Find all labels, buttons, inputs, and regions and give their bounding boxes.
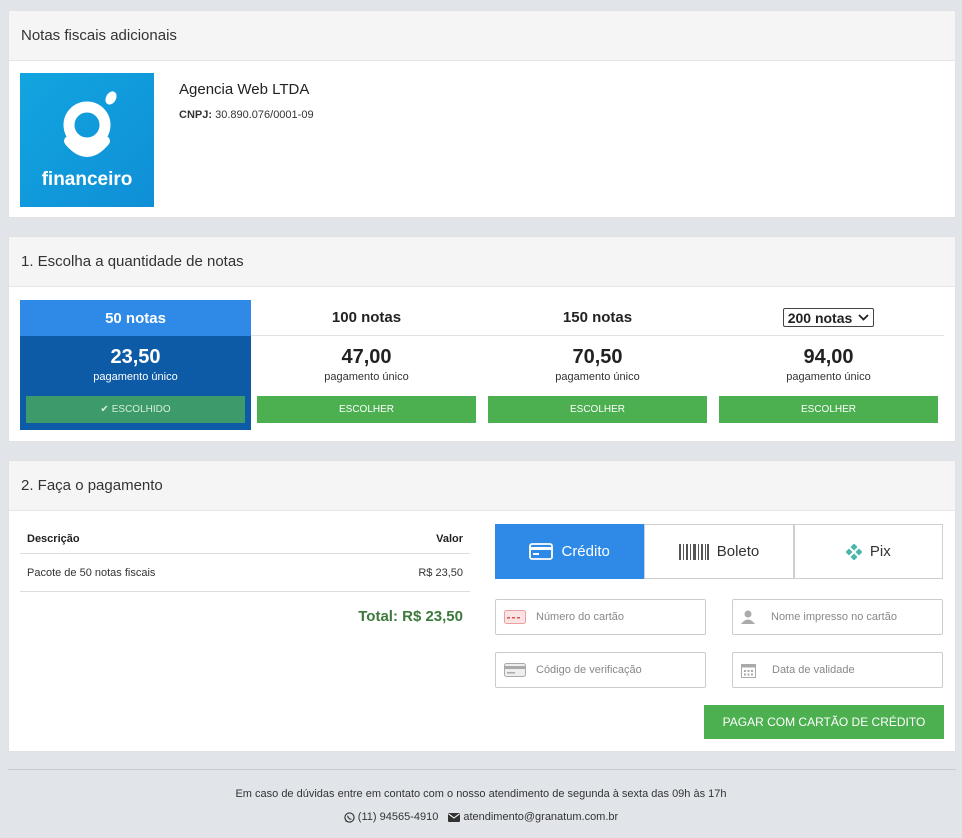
user-icon [741,610,755,624]
order-summary-table: Descrição Valor Pacote de 50 notas fisca… [20,524,470,625]
check-icon: ✔ [100,404,109,415]
tab-credit[interactable]: Crédito [495,524,645,579]
choose-button[interactable]: ESCOLHER [719,396,938,423]
plan-50[interactable]: 50 notas 23,50 pagamento único ✔ ESCOLHI… [20,300,251,430]
cnpj-value: 30.890.076/0001-09 [215,109,314,121]
envelope-icon [448,812,461,822]
plan-subtitle: pagamento único [555,371,640,383]
choose-button[interactable]: ESCOLHER [257,396,476,423]
company-name: Agencia Web LTDA [179,81,310,98]
choose-button[interactable]: ESCOLHER [488,396,707,423]
plan-150[interactable]: 150 notas 70,50 pagamento único ESCOLHER [482,300,713,430]
row-description: Pacote de 50 notas fiscais [27,566,156,579]
plan-label: 100 notas [251,300,482,336]
payment-panel: 2. Faça o pagamento Descrição Valor Paco… [8,460,956,752]
footer-help-text: Em caso de dúvidas entre em contato com … [235,788,727,800]
pix-icon [845,543,862,560]
plan-price: 23,50 [110,346,161,368]
card-name-placeholder: Nome impresso no cartão [771,611,897,623]
chosen-label: ESCOLHIDO [111,404,171,415]
plan-label: 150 notas [482,300,713,336]
tab-label: Pix [869,543,891,560]
tab-pix[interactable]: Pix [793,524,943,579]
credit-card-icon [504,610,526,624]
col-value: Valor [436,532,463,545]
whatsapp-icon [344,811,355,823]
footer-divider [8,769,956,770]
table-header: Descrição Valor [20,524,470,554]
plan-options: 50 notas 23,50 pagamento único ✔ ESCOLHI… [20,300,944,430]
plan-subtitle: pagamento único [324,371,409,383]
plan-price: 47,00 [341,346,392,368]
panel-title: Notas fiscais adicionais [9,11,955,61]
plan-subtitle: pagamento único [93,371,178,383]
footer-email[interactable]: atendimento@granatum.com.br [448,811,618,823]
tab-label: Crédito [561,543,610,560]
phone-number: (11) 94565-4910 [357,811,439,823]
col-description: Descrição [27,532,80,545]
plan-100[interactable]: 100 notas 47,00 pagamento único ESCOLHER [251,300,482,430]
cvv-placeholder: Código de verificação [536,664,642,676]
calendar-icon [741,663,756,678]
table-row: Pacote de 50 notas fiscais R$ 23,50 [20,554,470,592]
pay-credit-card-button[interactable]: PAGAR COM CARTÃO DE CRÉDITO [704,705,944,739]
chosen-button[interactable]: ✔ ESCOLHIDO [26,396,245,423]
email-address: atendimento@granatum.com.br [463,811,619,823]
payment-method-tabs: Crédito Boleto Pix [495,524,943,579]
tab-boleto[interactable]: Boleto [644,524,794,579]
tab-label: Boleto [716,543,760,560]
plan-200[interactable]: 200 notas 94,00 pagamento único ESCOLHER [713,300,944,430]
expiry-placeholder: Data de validade [772,664,855,676]
cvv-field[interactable]: Código de verificação [495,652,706,688]
plan-quantity-select[interactable]: 200 notas [782,308,875,327]
quantity-panel: 1. Escolha a quantidade de notas 50 nota… [8,236,956,442]
expiry-field[interactable]: Data de validade [732,652,943,688]
barcode-icon [678,543,709,560]
cnpj-label: CNPJ: [179,109,213,121]
order-total: Total: R$ 23,50 [358,608,463,625]
chevron-down-icon [858,314,869,321]
row-value: R$ 23,50 [418,566,463,579]
plan-price: 70,50 [572,346,623,368]
card-number-placeholder: Número do cartão [536,611,625,623]
company-cnpj: CNPJ: 30.890.076/0001-09 [179,109,314,121]
credit-card-icon [529,543,554,560]
card-back-icon [504,663,526,677]
financeiro-logo: financeiro [20,73,154,207]
logo-text: financeiro [41,169,133,190]
plan-subtitle: pagamento único [786,371,871,383]
plan-label: 50 notas [20,300,251,336]
card-name-field[interactable]: Nome impresso no cartão [732,599,943,635]
panel-title: 1. Escolha a quantidade de notas [9,237,955,287]
additional-invoices-panel: Notas fiscais adicionais financeiro Agen… [8,10,956,218]
panel-title: 2. Faça o pagamento [9,461,955,511]
card-number-field[interactable]: Número do cartão [495,599,706,635]
footer-contacts: (11) 94565-4910 atendimento@granatum.com… [0,811,962,823]
plan-select-value: 200 notas [787,309,853,326]
footer-phone[interactable]: (11) 94565-4910 [344,811,439,823]
plan-header: 200 notas [713,300,944,336]
plan-price: 94,00 [803,346,854,368]
